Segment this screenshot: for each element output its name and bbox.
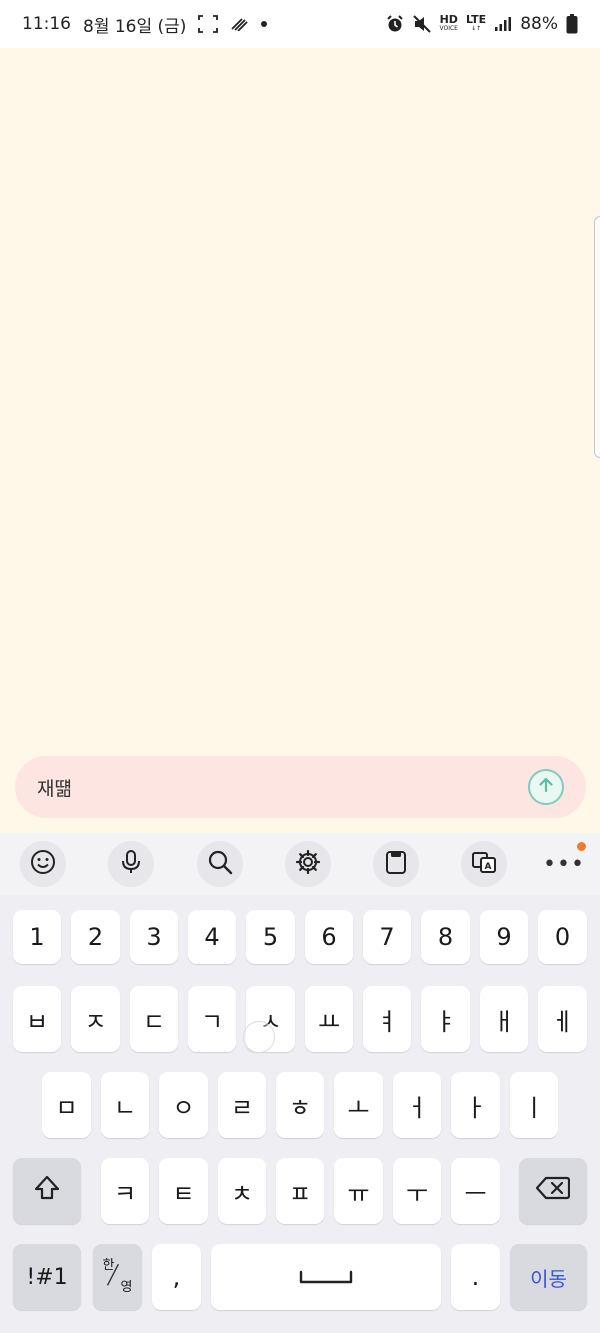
clipboard-button[interactable] [373,841,419,887]
mute-icon [412,15,432,33]
status-left: 11:16 8월 16일 (금) [22,12,268,37]
key-eu[interactable]: ㅡ [451,1158,500,1224]
key-u[interactable]: ㅜ [393,1158,441,1224]
search-button[interactable] [197,841,243,887]
lte-icon: LTE ↓↑ [465,13,487,33]
key-2[interactable]: 2 [71,910,120,964]
keyboard: A ••• 1 2 3 4 5 6 7 8 9 0 ㅂ ㅈ ㄷ ㄱ ㅅ ㅛ ㅕ … [0,833,600,1333]
key-1[interactable]: 1 [13,910,61,964]
keyboard-toolbar: A ••• [0,833,600,895]
hd-sub-label: VOICE [439,25,458,32]
signal-bars-icon [230,17,249,31]
key-3[interactable]: 3 [130,910,178,964]
notification-dot [577,842,586,851]
backspace-icon [535,1176,571,1206]
key-9[interactable]: 9 [480,910,528,964]
go-key[interactable]: 이동 [510,1244,587,1310]
key-yo[interactable]: ㅛ [305,986,353,1052]
voice-input-button[interactable] [108,841,154,887]
translate-button[interactable]: A [461,841,507,887]
comma-key[interactable]: , [152,1244,201,1310]
space-bar-icon [299,1263,353,1291]
key-ieung[interactable]: ㅇ [159,1072,208,1138]
lte-label: LTE [465,13,487,26]
key-yeo[interactable]: ㅕ [363,986,411,1052]
key-giyeok[interactable]: ㄱ [188,986,236,1052]
status-date: 8월 16일 (금) [83,16,187,37]
key-i[interactable]: ㅣ [510,1072,558,1138]
key-bieup[interactable]: ㅂ [13,986,61,1052]
backspace-key[interactable] [519,1158,587,1224]
search-icon [207,849,233,879]
key-5[interactable]: 5 [246,910,295,964]
key-7[interactable]: 7 [363,910,411,964]
key-ae[interactable]: ㅐ [480,986,528,1052]
hd-voice-icon: HD VOICE [439,13,458,33]
space-key[interactable] [211,1244,441,1310]
translate-icon: A [471,849,497,879]
key-8[interactable]: 8 [421,910,470,964]
battery-percent: 88% [520,14,558,34]
period-key[interactable]: . [451,1244,500,1310]
shift-icon [33,1174,61,1208]
cell-signal-icon [494,16,512,32]
language-switch-label: 한 ╱ 영 [103,1259,133,1295]
key-4[interactable]: 4 [188,910,236,964]
lang-slash: ╱ [107,1265,119,1286]
status-bar: 11:16 8월 16일 (금) HD VOICE LTE ↓↑ 88% [0,0,600,48]
message-input[interactable]: 재떎 [37,774,528,801]
key-tieut[interactable]: ㅌ [159,1158,208,1224]
key-e[interactable]: ㅔ [538,986,587,1052]
touch-ripple [243,1021,275,1053]
key-pieup[interactable]: ㅍ [276,1158,324,1224]
language-switch-key[interactable]: 한 ╱ 영 [93,1244,142,1310]
key-0[interactable]: 0 [538,910,587,964]
key-rieul[interactable]: ㄹ [218,1072,266,1138]
key-o[interactable]: ㅗ [334,1072,383,1138]
key-yu[interactable]: ㅠ [334,1158,383,1224]
key-eo[interactable]: ㅓ [393,1072,441,1138]
key-6[interactable]: 6 [305,910,353,964]
dot-icon [260,20,268,28]
more-icon: ••• [543,851,585,877]
gear-icon [295,849,321,879]
send-button[interactable] [528,769,564,805]
lang-young: 영 [120,1280,133,1295]
alarm-icon [386,15,404,33]
emoji-button[interactable] [20,841,66,887]
key-mieum[interactable]: ㅁ [42,1072,91,1138]
microphone-icon [119,849,143,879]
edge-panel-handle[interactable] [594,216,600,458]
hd-label: HD [439,13,458,26]
key-kieuk[interactable]: ㅋ [101,1158,149,1224]
key-ya[interactable]: ㅑ [421,986,470,1052]
arrow-up-circle-icon [536,775,556,799]
shift-key[interactable] [13,1158,81,1224]
svg-text:A: A [485,862,492,872]
key-hieut[interactable]: ㅎ [276,1072,324,1138]
settings-button[interactable] [285,841,331,887]
key-digeut[interactable]: ㄷ [130,986,178,1052]
status-time: 11:16 [22,14,71,34]
chat-content-area [0,48,600,833]
clipboard-icon [384,849,408,879]
battery-icon [566,14,578,34]
emoji-icon [30,849,56,879]
key-jieut[interactable]: ㅈ [71,986,120,1052]
key-nieun[interactable]: ㄴ [101,1072,149,1138]
status-right: HD VOICE LTE ↓↑ 88% [386,14,579,34]
message-input-bar[interactable]: 재떎 [15,756,586,818]
screenshot-icon [198,15,219,33]
lte-arrows: ↓↑ [471,25,482,32]
symbols-key[interactable]: !#1 [13,1244,81,1310]
key-a[interactable]: ㅏ [451,1072,500,1138]
key-chieut[interactable]: ㅊ [218,1158,266,1224]
